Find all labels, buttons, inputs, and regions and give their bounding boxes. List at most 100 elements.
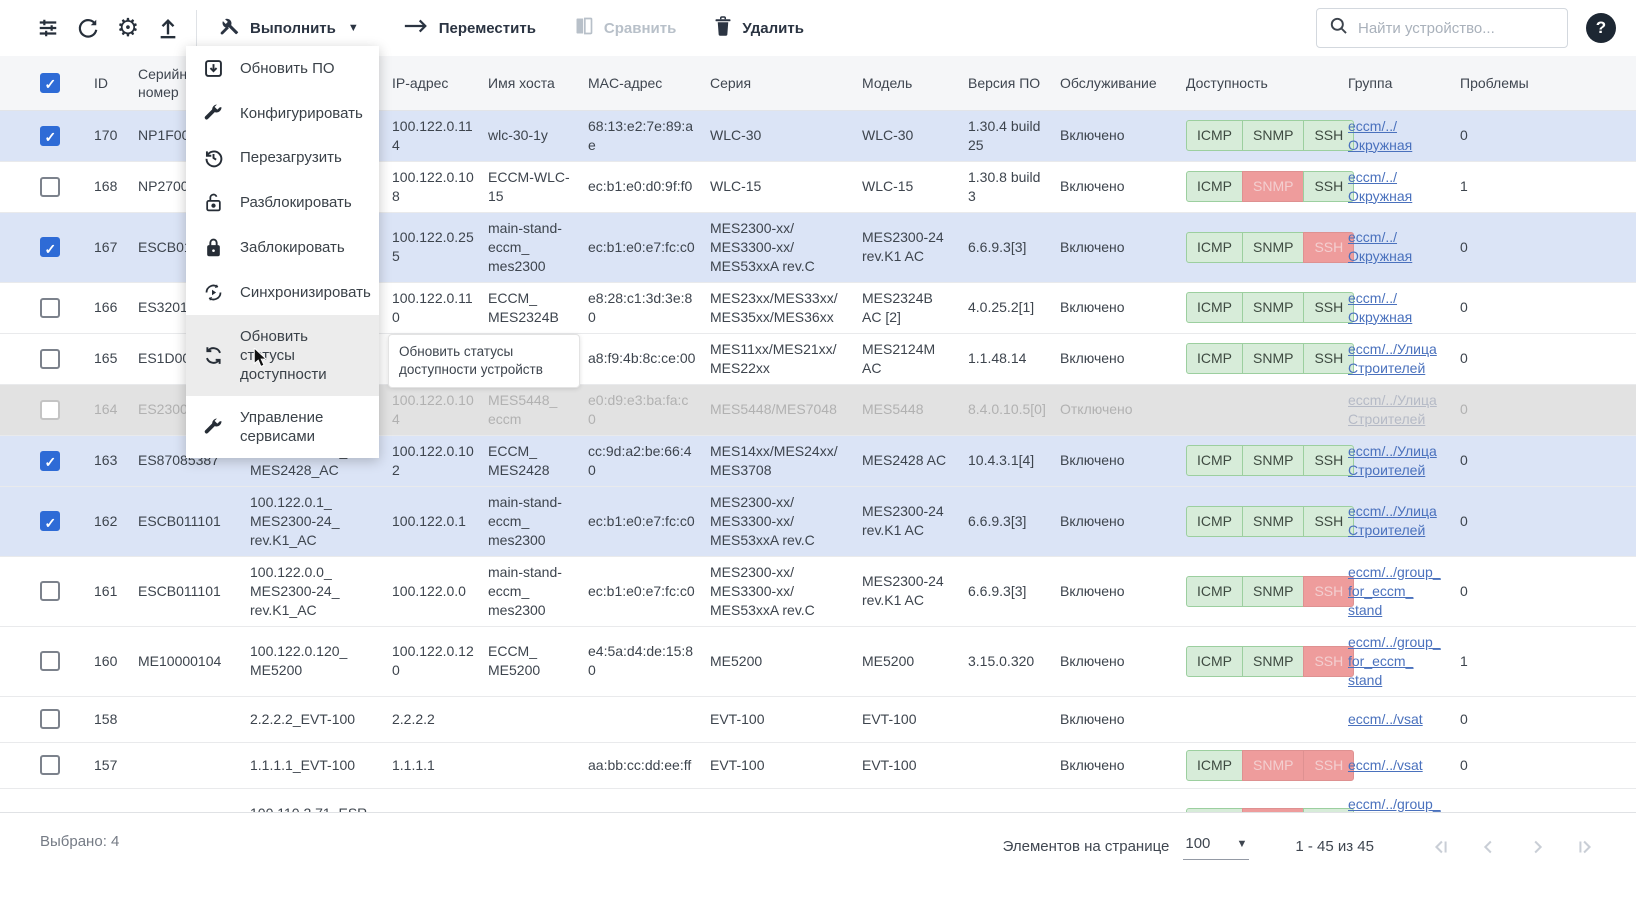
cell-ip: 100.122.0.110 <box>392 282 488 333</box>
row-checkbox[interactable] <box>40 709 60 729</box>
cell-ip: 100.122.0.0 <box>392 556 488 626</box>
cell-ip: 1.1.1.1 <box>392 742 488 788</box>
upload-icon[interactable] <box>148 8 188 48</box>
snmp-status-badge: SNMP <box>1242 292 1304 323</box>
table-row[interactable]: 160 ME10000104 100.122.0.120_​ME5200 100… <box>0 626 1636 696</box>
cell-host: ECCM-WLC-15 <box>488 161 588 212</box>
prev-page-icon[interactable] <box>1478 836 1500 858</box>
menu-item-1[interactable]: Обновить ПО <box>186 46 379 91</box>
row-checkbox[interactable] <box>40 400 60 420</box>
group-link[interactable]: eccm/​../​vsat <box>1348 757 1423 773</box>
gear-icon[interactable]: ⚙ <box>108 8 148 48</box>
table-row[interactable]: 157 1.1.1.1_​EVT-100 1.1.1.1 aa:bb:cc:dd… <box>0 742 1636 788</box>
row-checkbox[interactable] <box>40 651 60 671</box>
delete-label: Удалить <box>742 20 804 37</box>
menu-item-3[interactable]: Перезагрузить <box>186 135 379 180</box>
header-group[interactable]: Группа <box>1348 56 1460 110</box>
toolbar-divider <box>196 10 197 46</box>
menu-item-7[interactable]: Обновить статусы доступности <box>186 315 379 396</box>
group-link[interactable]: eccm/​../​Улица Строителей <box>1348 392 1437 427</box>
cell-service: Включено <box>1060 282 1186 333</box>
header-availability[interactable]: Доступность <box>1186 56 1348 110</box>
row-checkbox[interactable] <box>40 349 60 369</box>
row-checkbox[interactable] <box>40 511 60 531</box>
menu-item-label: Конфигурировать <box>240 104 363 123</box>
cell-problems: 0 <box>1460 384 1636 435</box>
search-icon <box>1329 16 1348 40</box>
search-input[interactable] <box>1358 20 1555 37</box>
icmp-status-badge: ICMP <box>1186 171 1243 202</box>
help-button[interactable]: ? <box>1586 13 1616 43</box>
header-series[interactable]: Серия <box>710 56 862 110</box>
execute-button[interactable]: Выполнить ▼ <box>205 8 373 48</box>
snmp-status-badge: SNMP <box>1242 646 1304 677</box>
group-link[interactable]: eccm/​../​Окружная <box>1348 169 1412 204</box>
first-page-icon[interactable] <box>1430 836 1452 858</box>
cell-series: ME5200 <box>710 626 862 696</box>
row-checkbox[interactable] <box>40 451 60 471</box>
availability-badges: ICMPSNMPSSH <box>1186 343 1354 374</box>
header-problems[interactable]: Проблемы <box>1460 56 1636 110</box>
row-checkbox[interactable] <box>40 237 60 257</box>
group-link[interactable]: eccm/​../​Улица Строителей <box>1348 443 1437 478</box>
header-id[interactable]: ID <box>94 56 138 110</box>
header-host[interactable]: Имя хоста <box>488 56 588 110</box>
move-button[interactable]: Переместить <box>389 8 550 48</box>
menu-item-2[interactable]: Конфигурировать <box>186 91 379 135</box>
icmp-status-badge: ICMP <box>1186 292 1243 323</box>
cell-availability: ICMPSNMPSSH <box>1186 556 1348 626</box>
cell-name: 100.122.0.0_​MES2300-24_​rev.K1_​AC <box>250 556 392 626</box>
cell-mac <box>588 696 710 742</box>
group-link[interactable]: eccm/​../​Окружная <box>1348 118 1412 153</box>
group-link[interactable]: eccm/​../​group_​for_​eccm_​stand <box>1348 634 1441 688</box>
table-row[interactable]: 161 ESCB011101 100.122.0.0_​MES2300-24_​… <box>0 556 1636 626</box>
menu-item-label: Заблокировать <box>240 238 345 257</box>
cell-model: MES2324B AC [2] <box>862 282 968 333</box>
icmp-status-badge: ICMP <box>1186 343 1243 374</box>
cell-series: MES14xx/​MES24xx/​MES3708 <box>710 435 862 486</box>
refresh-icon[interactable] <box>68 8 108 48</box>
group-link[interactable]: eccm/​../​Улица Строителей <box>1348 341 1437 376</box>
last-page-icon[interactable] <box>1574 836 1596 858</box>
table-row[interactable]: 158 2.2.2.2_​EVT-100 2.2.2.2 EVT-100 EVT… <box>0 696 1636 742</box>
row-checkbox[interactable] <box>40 581 60 601</box>
tools-icon <box>219 16 240 41</box>
select-all-checkbox[interactable] <box>40 73 60 93</box>
next-page-icon[interactable] <box>1526 836 1548 858</box>
group-link[interactable]: eccm/​../​Улица Строителей <box>1348 503 1437 538</box>
filter-icon[interactable] <box>28 8 68 48</box>
cell-problems: 0 <box>1460 333 1636 384</box>
icmp-status-badge: ICMP <box>1186 646 1243 677</box>
cell-availability: ICMPSNMPSSH <box>1186 435 1348 486</box>
group-link[interactable]: eccm/​../​group_​for_​fake_​device <box>1348 796 1441 813</box>
header-model[interactable]: Модель <box>862 56 968 110</box>
cell-id: 166 <box>94 282 138 333</box>
header-ip[interactable]: IP-адрес <box>392 56 488 110</box>
group-link[interactable]: eccm/​../​Окружная <box>1348 229 1412 264</box>
menu-item-6[interactable]: Синхронизировать <box>186 270 379 315</box>
row-checkbox[interactable] <box>40 126 60 146</box>
group-link[interactable]: eccm/​../​group_​for_​eccm_​stand <box>1348 564 1441 618</box>
row-checkbox[interactable] <box>40 298 60 318</box>
header-version[interactable]: Версия ПО <box>968 56 1060 110</box>
cell-serial: ESCB011101 <box>138 486 250 556</box>
menu-item-5[interactable]: Заблокировать <box>186 225 379 270</box>
range-label: 1 - 45 из 45 <box>1295 838 1374 855</box>
ssh-status-badge: SSH <box>1303 343 1354 374</box>
menu-item-4[interactable]: Разблокировать <box>186 180 379 225</box>
row-checkbox[interactable] <box>40 177 60 197</box>
row-checkbox[interactable] <box>40 755 60 775</box>
header-mac[interactable]: MAC-адрес <box>588 56 710 110</box>
delete-button[interactable]: Удалить <box>700 8 818 48</box>
group-link[interactable]: eccm/​../​vsat <box>1348 711 1423 727</box>
cell-model: ME5200 <box>862 626 968 696</box>
icmp-status-badge: ICMP <box>1186 445 1243 476</box>
cell-problems: 0 <box>1460 435 1636 486</box>
table-row[interactable]: 162 ESCB011101 100.122.0.1_​MES2300-24_​… <box>0 486 1636 556</box>
per-page-select[interactable]: 100 ▼ <box>1183 833 1249 860</box>
menu-item-8[interactable]: Управление сервисами <box>186 396 379 458</box>
group-link[interactable]: eccm/​../​Окружная <box>1348 290 1412 325</box>
table-row[interactable]: 156 100.110.2.71_​ESR-100 100.110.2.71 E… <box>0 788 1636 812</box>
header-service[interactable]: Обслуживание <box>1060 56 1186 110</box>
snmp-status-badge: SNMP <box>1242 506 1304 537</box>
